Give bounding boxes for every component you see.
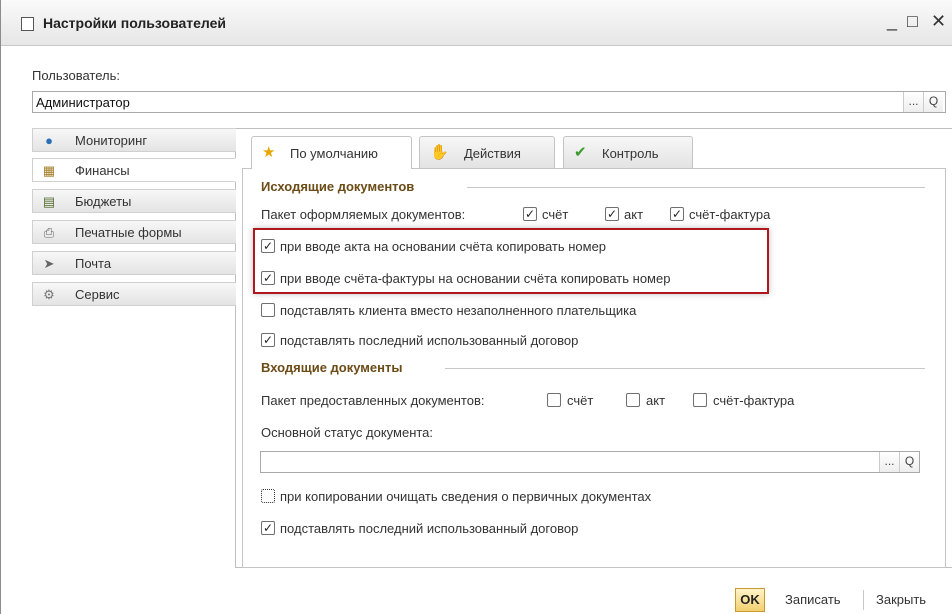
- checkbox-label: при вводе счёта-фактуры на основании счё…: [280, 271, 671, 286]
- sidebar-item-label: Финансы: [75, 163, 130, 178]
- minimize-button[interactable]: _: [887, 11, 897, 32]
- tab-label: Действия: [464, 146, 521, 161]
- checkbox-label: подставлять последний использованный дог…: [280, 333, 579, 348]
- user-value: Администратор: [36, 95, 130, 110]
- copy-act-number-checkbox[interactable]: ✓: [261, 239, 275, 253]
- group-divider: [467, 187, 925, 188]
- sidebar-item-service[interactable]: ⚙ Сервис: [32, 282, 236, 306]
- sidebar: ● Мониторинг ▦ Финансы ▤ Бюджеты ⎙ Печат…: [32, 128, 236, 568]
- sidebar-item-budgets[interactable]: ▤ Бюджеты: [32, 189, 236, 213]
- incoming-package-invoice-checkbox[interactable]: [547, 393, 561, 407]
- maximize-button[interactable]: □: [907, 11, 918, 32]
- tab-control[interactable]: ✔ Контроль: [563, 136, 693, 168]
- checkbox-label: подставлять клиента вместо незаполненног…: [280, 303, 637, 318]
- sidebar-item-finance[interactable]: ▦ Финансы: [32, 158, 236, 182]
- outgoing-last-contract-checkbox[interactable]: ✓: [261, 333, 275, 347]
- tab-actions[interactable]: ✋ Действия: [419, 136, 555, 168]
- checkbox-label: акт: [646, 393, 666, 408]
- globe-icon: ●: [45, 133, 53, 148]
- status-label: Основной статус документа:: [261, 425, 434, 440]
- sidebar-item-label: Почта: [75, 256, 112, 271]
- group-divider: [445, 368, 925, 369]
- sidebar-item-monitoring[interactable]: ● Мониторинг: [32, 128, 236, 152]
- gear-icon: ⚙: [43, 287, 55, 302]
- user-label: Пользователь:: [32, 68, 120, 83]
- tab-label: Контроль: [602, 146, 659, 161]
- spreadsheet-icon: ▤: [42, 194, 56, 209]
- checkbox-label: счёт-фактура: [713, 393, 795, 408]
- sidebar-item-mail[interactable]: ➤ Почта: [32, 251, 236, 275]
- checkbox-label: счёт: [542, 207, 569, 222]
- checkbox-label: акт: [624, 207, 644, 222]
- tab-default[interactable]: ★ По умолчанию: [251, 136, 412, 169]
- incoming-group-title: Входящие документы: [261, 360, 403, 375]
- sidebar-item-label: Бюджеты: [75, 194, 132, 209]
- sidebar-item-label: Мониторинг: [75, 133, 148, 148]
- checkbox-label: счёт-фактура: [689, 207, 771, 222]
- title-bar: Настройки пользователей _ □ ✕: [1, 0, 952, 46]
- window-title: Настройки пользователей: [43, 15, 227, 31]
- window-icon: [21, 17, 34, 31]
- user-field[interactable]: Администратор ... Q: [32, 91, 946, 113]
- substitute-client-checkbox[interactable]: [261, 303, 275, 317]
- ok-button[interactable]: OK: [735, 588, 765, 612]
- copy-facture-number-checkbox[interactable]: ✓: [261, 271, 275, 285]
- user-select-button[interactable]: ...: [903, 92, 923, 112]
- outgoing-package-facture-checkbox[interactable]: ✓: [670, 207, 684, 221]
- search-icon[interactable]: Q: [899, 452, 919, 472]
- save-button[interactable]: Записать: [785, 592, 841, 607]
- checkbox-label: при копировании очищать сведения о перви…: [280, 489, 652, 504]
- hand-icon: ✋: [430, 144, 449, 161]
- settings-window: Настройки пользователей _ □ ✕ Пользовате…: [0, 0, 952, 614]
- outgoing-group-title: Исходящие документов: [261, 179, 415, 194]
- sidebar-item-label: Сервис: [75, 287, 120, 302]
- incoming-package-label: Пакет предоставленных документов:: [261, 393, 485, 408]
- star-icon: ★: [262, 144, 276, 161]
- checkbox-label: счёт: [567, 393, 594, 408]
- paper-plane-icon: ➤: [43, 256, 55, 271]
- close-dialog-button[interactable]: Закрыть: [876, 592, 926, 607]
- status-select-button[interactable]: ...: [879, 452, 899, 472]
- outgoing-package-act-checkbox[interactable]: ✓: [605, 207, 619, 221]
- sidebar-item-label: Печатные формы: [75, 225, 182, 240]
- close-button[interactable]: ✕: [931, 11, 946, 32]
- outgoing-package-label: Пакет оформляемых документов:: [261, 207, 466, 222]
- checkbox-label: при вводе акта на основании счёта копиро…: [280, 239, 607, 254]
- tab-label: По умолчанию: [290, 146, 378, 161]
- checkbox-label: подставлять последний использованный дог…: [280, 521, 579, 536]
- search-icon[interactable]: Q: [923, 92, 943, 112]
- calculator-icon: ▦: [42, 163, 56, 178]
- button-divider: [863, 590, 864, 610]
- sidebar-item-print-forms[interactable]: ⎙ Печатные формы: [32, 220, 236, 244]
- incoming-package-facture-checkbox[interactable]: [693, 393, 707, 407]
- clear-primary-docs-checkbox[interactable]: [261, 489, 275, 503]
- checkmark-icon: ✔: [574, 144, 587, 161]
- outgoing-package-invoice-checkbox[interactable]: ✓: [523, 207, 537, 221]
- status-field[interactable]: ... Q: [260, 451, 920, 473]
- printer-icon: ⎙: [43, 225, 55, 240]
- incoming-last-contract-checkbox[interactable]: ✓: [261, 521, 275, 535]
- incoming-package-act-checkbox[interactable]: [626, 393, 640, 407]
